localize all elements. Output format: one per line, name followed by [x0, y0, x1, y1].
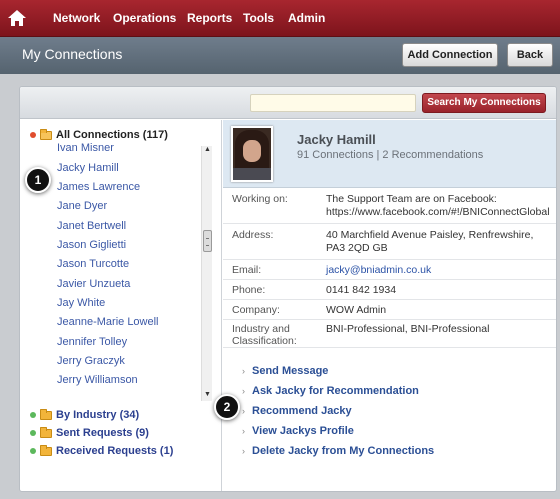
nav-operations[interactable]: Operations — [113, 11, 176, 25]
info-label: Phone: — [232, 284, 266, 296]
nav-network[interactable]: Network — [53, 11, 100, 25]
expand-dot-icon[interactable] — [30, 448, 36, 454]
connections-panel: Search My Connections All Connections (1… — [19, 86, 557, 492]
info-value: WOW Admin — [326, 304, 387, 316]
list-item[interactable]: Janet Bertwell — [57, 220, 126, 232]
collapse-dot-icon[interactable] — [30, 132, 36, 138]
scrollbar-thumb[interactable] — [203, 230, 212, 252]
profile-summary: 91 Connections | 2 Recommendations — [297, 149, 484, 161]
folder-icon — [40, 426, 52, 438]
view-profile-link[interactable]: › View Jackys Profile — [242, 425, 354, 437]
expand-dot-icon[interactable] — [30, 412, 36, 418]
info-industry: Industry and Classification: BNI-Profess… — [223, 320, 556, 348]
list-item[interactable]: Ivan Misner — [57, 142, 114, 154]
list-item[interactable]: Jerry Williamson — [57, 374, 138, 386]
tree-sent-requests[interactable]: Sent Requests (9) — [30, 425, 149, 441]
list-item[interactable]: James Lawrence — [57, 181, 140, 193]
action-label: Recommend Jacky — [252, 405, 352, 417]
info-company: Company: WOW Admin — [223, 300, 556, 320]
info-value: 0141 842 1934 — [326, 284, 397, 296]
profile-header: Jacky Hamill 91 Connections | 2 Recommen… — [223, 120, 556, 188]
list-item[interactable]: Jeanne-Marie Lowell — [57, 316, 159, 328]
info-label: Address: — [232, 229, 274, 241]
recommend-link[interactable]: › Recommend Jacky — [242, 405, 352, 417]
info-value: 40 Marchfield Avenue Paisley, Renfrewshi… — [326, 229, 534, 254]
info-label: Company: — [232, 304, 280, 316]
list-item[interactable]: Jane Dyer — [57, 200, 107, 212]
back-button[interactable]: Back — [507, 43, 553, 67]
add-connection-button[interactable]: Add Connection — [402, 43, 498, 67]
home-icon[interactable] — [7, 9, 27, 27]
scroll-up-arrow-icon[interactable]: ▲ — [202, 146, 213, 156]
folder-icon — [40, 408, 52, 420]
info-address: Address: 40 Marchfield Avenue Paisley, R… — [223, 224, 556, 260]
search-bar: Search My Connections — [20, 87, 556, 119]
action-label: View Jackys Profile — [252, 425, 354, 437]
ask-recommendation-link[interactable]: › Ask Jacky for Recommendation — [242, 385, 419, 397]
list-item[interactable]: Jennifer Tolley — [57, 336, 127, 348]
tree-received-requests[interactable]: Received Requests (1) — [30, 443, 173, 459]
list-item[interactable]: Javier Unzueta — [57, 278, 130, 290]
list-item[interactable]: Jason Giglietti — [57, 239, 126, 251]
chevron-right-icon: › — [242, 446, 245, 456]
action-label: Ask Jacky for Recommendation — [252, 385, 419, 397]
info-label: Email: — [232, 264, 262, 276]
tree-label-by-industry: By Industry (34) — [56, 409, 140, 421]
info-value: The Support Team are on Facebook: https:… — [326, 193, 550, 218]
avatar — [231, 126, 273, 182]
list-item[interactable]: Jay White — [57, 297, 105, 309]
list-item[interactable]: Jerry Graczyk — [57, 355, 125, 367]
chevron-right-icon: › — [242, 426, 245, 436]
info-label: Industry and Classification: — [232, 323, 297, 347]
action-label: Delete Jacky from My Connections — [252, 445, 435, 457]
profile-name: Jacky Hamill — [297, 132, 376, 147]
page-title: My Connections — [22, 46, 123, 62]
info-phone: Phone: 0141 842 1934 — [223, 280, 556, 300]
callout-badge: 1 — [25, 167, 51, 193]
list-item[interactable]: Jason Turcotte — [57, 258, 129, 270]
chevron-right-icon: › — [242, 406, 245, 416]
send-message-link[interactable]: › Send Message — [242, 365, 328, 377]
expand-dot-icon[interactable] — [30, 430, 36, 436]
action-label: Send Message — [252, 365, 329, 377]
nav-tools[interactable]: Tools — [243, 11, 274, 25]
folder-icon — [40, 444, 52, 456]
nav-reports[interactable]: Reports — [187, 11, 232, 25]
delete-connection-link[interactable]: › Delete Jacky from My Connections — [242, 445, 434, 457]
open-folder-icon — [40, 128, 52, 140]
search-connections-button[interactable]: Search My Connections — [422, 93, 546, 113]
info-label: Working on: — [232, 193, 288, 205]
info-email: Email: jacky@bniadmin.co.uk — [223, 260, 556, 280]
scroll-down-arrow-icon[interactable]: ▼ — [202, 391, 213, 401]
tree-by-industry[interactable]: By Industry (34) — [30, 407, 139, 423]
tree-label-sent-requests: Sent Requests (9) — [56, 427, 149, 439]
search-input[interactable] — [250, 94, 416, 112]
info-value: BNI-Professional, BNI-Professional — [326, 323, 490, 335]
list-scrollbar[interactable]: ▲ ▼ — [201, 146, 212, 401]
callout-badge: 2 — [214, 394, 240, 420]
top-nav: Network Operations Reports Tools Admin — [0, 0, 560, 37]
profile-pane: Jacky Hamill 91 Connections | 2 Recommen… — [223, 120, 556, 491]
email-link[interactable]: jacky@bniadmin.co.uk — [326, 264, 554, 277]
list-item[interactable]: Jacky Hamill — [57, 162, 119, 174]
tree-label-received-requests: Received Requests (1) — [56, 445, 174, 457]
nav-admin[interactable]: Admin — [288, 11, 325, 25]
chevron-right-icon: › — [242, 386, 245, 396]
info-working-on: Working on: The Support Team are on Face… — [223, 188, 556, 224]
chevron-right-icon: › — [242, 366, 245, 376]
